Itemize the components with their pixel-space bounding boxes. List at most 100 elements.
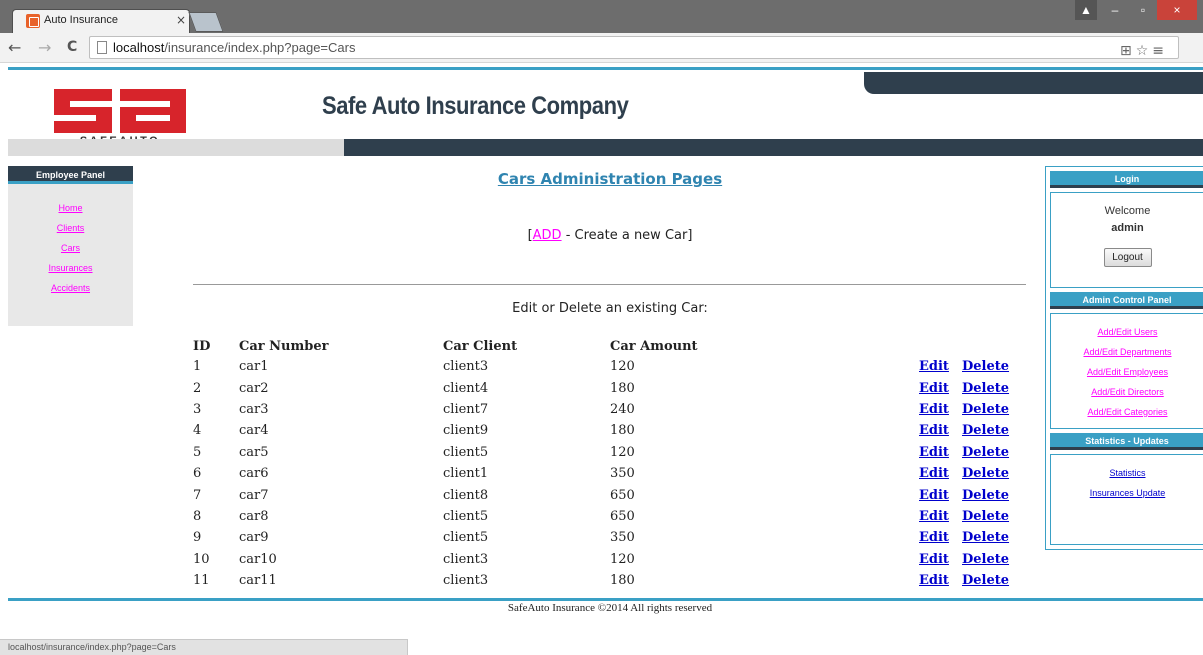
admin-link-departments[interactable]: Add/Edit Departments [1051, 342, 1203, 362]
delete-link[interactable]: Delete [962, 552, 1009, 567]
delete-link[interactable]: Delete [962, 573, 1009, 588]
delete-link[interactable]: Delete [962, 445, 1009, 460]
delete-link[interactable]: Delete [962, 509, 1009, 524]
cell-car-client: client3 [443, 551, 489, 567]
page-title[interactable]: Cars Administration Pages [400, 170, 820, 188]
username-text: admin [1111, 222, 1144, 234]
delete-link[interactable]: Delete [962, 530, 1009, 545]
cell-car-client: client5 [443, 444, 489, 460]
table-row: 11 car11 client3 180 Edit Delete [190, 570, 1022, 591]
table-row: 7 car7 client8 650 Edit Delete [190, 484, 1022, 505]
stats-link-insurances-update[interactable]: Insurances Update [1051, 483, 1203, 503]
cell-car-number: car9 [239, 530, 269, 546]
forward-button[interactable]: → [38, 38, 51, 57]
cell-car-client: client3 [443, 573, 489, 589]
delete-link[interactable]: Delete [962, 402, 1009, 417]
logout-button[interactable]: Logout [1103, 248, 1152, 267]
delete-link[interactable]: Delete [962, 423, 1009, 438]
nav-link-accidents[interactable]: Accidents [8, 278, 133, 298]
edit-link[interactable]: Edit [919, 573, 949, 588]
login-panel-title: Login [1050, 171, 1203, 188]
cell-car-amount: 240 [610, 401, 635, 417]
edit-link[interactable]: Edit [919, 509, 949, 524]
edit-link[interactable]: Edit [919, 466, 949, 481]
cell-car-client: client1 [443, 466, 489, 482]
header-dark-bar [864, 72, 1203, 94]
cell-car-number: car6 [239, 466, 269, 482]
column-header-car-client: Car Client [443, 338, 518, 354]
cars-table: ID Car Number Car Client Car Amount 1 car… [190, 336, 1022, 591]
cell-id: 10 [193, 551, 210, 567]
edit-link[interactable]: Edit [919, 488, 949, 503]
edit-link[interactable]: Edit [919, 359, 949, 374]
user-icon[interactable]: ▲ [1075, 0, 1097, 20]
add-car-line: [ADD - Create a new Car] [527, 228, 693, 243]
cell-id: 8 [193, 508, 202, 524]
cell-car-amount: 350 [610, 466, 635, 482]
header-rule [8, 67, 1203, 70]
table-row: 2 car2 client4 180 Edit Delete [190, 377, 1022, 398]
cell-car-number: car7 [239, 487, 269, 503]
delete-link[interactable]: Delete [962, 466, 1009, 481]
address-text[interactable]: localhost/insurance/index.php?page=Cars [113, 40, 355, 55]
cell-car-number: car8 [239, 508, 269, 524]
new-tab-button[interactable] [188, 12, 224, 32]
cell-car-amount: 180 [610, 423, 635, 439]
admin-link-categories[interactable]: Add/Edit Categories [1051, 402, 1203, 422]
cell-id: 11 [193, 573, 210, 589]
maximize-button[interactable]: ▫ [1129, 0, 1157, 20]
nav-link-home[interactable]: Home [8, 198, 133, 218]
cell-car-number: car3 [239, 401, 269, 417]
cell-car-number: car4 [239, 423, 269, 439]
admin-link-users[interactable]: Add/Edit Users [1051, 322, 1203, 342]
delete-link[interactable]: Delete [962, 488, 1009, 503]
nav-link-cars[interactable]: Cars [8, 238, 133, 258]
right-panel: Login Welcome admin Logout Admin Control… [1045, 166, 1203, 550]
add-car-link[interactable]: ADD [533, 228, 562, 243]
cell-car-client: client9 [443, 423, 489, 439]
employee-panel-title: Employee Panel [8, 166, 133, 184]
close-window-button[interactable]: × [1157, 0, 1197, 20]
admin-link-directors[interactable]: Add/Edit Directors [1051, 382, 1203, 402]
nav-link-clients[interactable]: Clients [8, 218, 133, 238]
address-bar[interactable]: localhost/insurance/index.php?page=Cars … [89, 36, 1179, 59]
table-row: 5 car5 client5 120 Edit Delete [190, 442, 1022, 463]
cell-car-client: client3 [443, 359, 489, 375]
cell-id: 3 [193, 401, 202, 417]
tab-close-icon[interactable]: × [176, 13, 186, 27]
edit-link[interactable]: Edit [919, 445, 949, 460]
window-controls: ▲ – ▫ × [1075, 0, 1197, 20]
admin-panel-title: Admin Control Panel [1050, 292, 1203, 309]
cell-car-number: car2 [239, 380, 269, 396]
reload-button[interactable]: C [67, 39, 77, 55]
nav-link-insurances[interactable]: Insurances [8, 258, 133, 278]
table-row: 3 car3 client7 240 Edit Delete [190, 399, 1022, 420]
stats-link-statistics[interactable]: Statistics [1051, 463, 1203, 483]
cell-car-number: car1 [239, 359, 269, 375]
edit-link[interactable]: Edit [919, 423, 949, 438]
cell-car-amount: 180 [610, 573, 635, 589]
edit-link[interactable]: Edit [919, 402, 949, 417]
delete-link[interactable]: Delete [962, 359, 1009, 374]
cell-car-amount: 120 [610, 359, 635, 375]
table-row: 8 car8 client5 650 Edit Delete [190, 506, 1022, 527]
edit-link[interactable]: Edit [919, 381, 949, 396]
stats-panel-box: Statistics Insurances Update [1050, 454, 1203, 545]
cell-car-amount: 120 [610, 444, 635, 460]
bookmark-star-icon[interactable]: ⊞☆≡ [1120, 43, 1168, 59]
browser-tab[interactable]: Auto Insurance × [12, 9, 190, 33]
footer-rule [8, 598, 1203, 601]
cell-car-amount: 180 [610, 380, 635, 396]
delete-link[interactable]: Delete [962, 381, 1009, 396]
site-title: Safe Auto Insurance Company [322, 92, 629, 120]
back-button[interactable]: ← [8, 38, 21, 57]
tab-title: Auto Insurance [44, 14, 118, 26]
minimize-button[interactable]: – [1101, 0, 1129, 20]
column-header-car-number: Car Number [239, 338, 329, 354]
cell-id: 1 [193, 359, 202, 375]
admin-link-employees[interactable]: Add/Edit Employees [1051, 362, 1203, 382]
edit-link[interactable]: Edit [919, 552, 949, 567]
login-box: Welcome admin Logout [1050, 192, 1203, 288]
cell-id: 4 [193, 423, 202, 439]
edit-link[interactable]: Edit [919, 530, 949, 545]
